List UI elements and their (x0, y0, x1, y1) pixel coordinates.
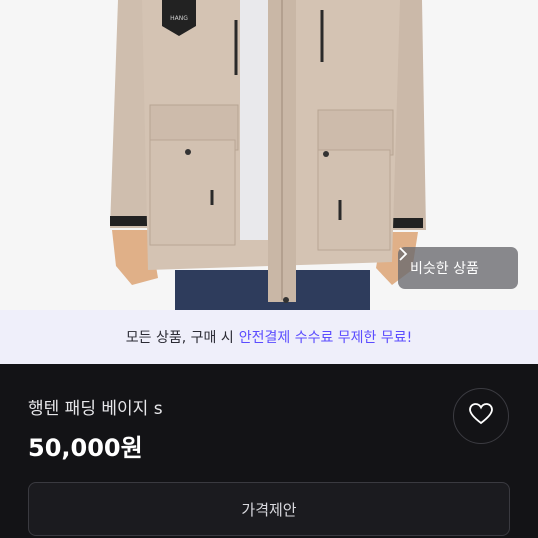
product-image[interactable]: HANG 비슷한 상품 (0, 0, 538, 310)
similar-products-label: 비슷한 상품 (410, 261, 479, 277)
banner-text: 모든 상품, 구매 시 (125, 330, 234, 346)
similar-products-button[interactable]: 비슷한 상품 (398, 247, 518, 289)
banner-highlight: 안전결제 수수료 무제한 무료! (238, 330, 413, 346)
like-button[interactable] (453, 388, 509, 444)
product-price: 50,000원 (28, 434, 143, 462)
safe-payment-banner[interactable]: 모든 상품, 구매 시 안전결제 수수료 무제한 무료! (0, 310, 538, 364)
price-offer-button[interactable]: 가격제안 (28, 482, 510, 536)
svg-text:HANG: HANG (170, 15, 188, 22)
product-title: 행텐 패딩 베이지 s (28, 399, 163, 419)
heart-icon (468, 402, 494, 430)
product-detail: 행텐 패딩 베이지 s 50,000원 가격제안 (0, 364, 538, 538)
